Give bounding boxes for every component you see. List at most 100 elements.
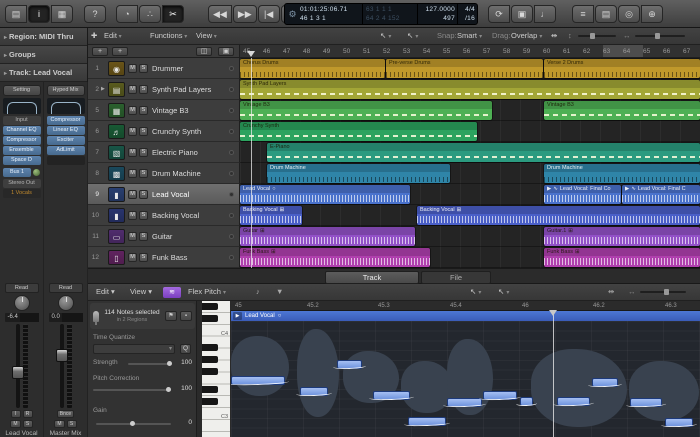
region-backing-vocal[interactable]: Backing Vocal⊞ — [417, 206, 700, 225]
track-solo-button[interactable]: S — [139, 169, 148, 178]
settings-button[interactable]: ⊕ — [641, 5, 663, 23]
track-mute-button[interactable]: M — [128, 106, 137, 115]
vertical-zoom-slider[interactable] — [578, 35, 616, 37]
black-key-1[interactable] — [202, 315, 218, 322]
selection-marker-button[interactable]: ▪ — [180, 311, 192, 321]
list-editors-button[interactable]: ≡ — [572, 5, 594, 23]
region-chorus-drums[interactable]: Chorus Drums — [240, 59, 385, 78]
menu-edit[interactable]: Edit ▾ — [104, 28, 122, 45]
solo-button[interactable]: S — [67, 420, 77, 428]
region-vintage-b3[interactable]: Vintage B3 — [240, 101, 492, 120]
fx-slot-0[interactable]: Channel EQ — [3, 126, 41, 135]
pitch-note-11[interactable] — [665, 418, 693, 427]
stop-button[interactable]: |◀ — [258, 5, 280, 23]
waveform-zoom-button[interactable]: ⇹ — [551, 28, 557, 44]
editor-zoom-slider[interactable] — [640, 291, 686, 293]
track-solo-button[interactable]: S — [139, 64, 148, 73]
region-lead-vocal[interactable]: Lead Vocal○ — [240, 185, 410, 204]
metronome-button[interactable]: ♩ — [534, 5, 556, 23]
track-solo-button[interactable]: S — [139, 253, 148, 262]
inspector-panel-header-1[interactable]: ▸Groups — [0, 46, 87, 64]
track-mute-button[interactable]: M — [128, 148, 137, 157]
record-enable-dot[interactable] — [229, 87, 234, 92]
take-comp-icon[interactable]: ∿ — [553, 185, 558, 193]
quick-help-button[interactable]: ? — [84, 5, 106, 23]
region-e-piano[interactable]: E-Piano — [267, 143, 700, 162]
pitch-note-0[interactable] — [231, 376, 285, 385]
track-header-drummer[interactable]: 1◉MSDrummer — [88, 58, 240, 79]
editor-menu-edit[interactable]: Edit ▾ — [96, 284, 115, 300]
track-solo-button[interactable]: S — [139, 211, 148, 220]
region-lead-vocal-final-c[interactable]: ▶∿Lead Vocal: Final C — [622, 185, 700, 204]
record-enable-dot[interactable] — [229, 255, 234, 260]
region-backing-vocal[interactable]: Backing Vocal⊞ — [240, 206, 302, 225]
region-pre-verse-drums[interactable]: Pre-verse Drums — [386, 59, 543, 78]
editor-ruler[interactable]: 4545.245.345.44646.246.3 — [231, 301, 700, 311]
track-mute-button[interactable]: M — [128, 253, 137, 262]
track-mute-button[interactable]: M — [128, 64, 137, 73]
smart-controls-button[interactable]: ∴ — [139, 5, 161, 23]
playhead-marker[interactable] — [247, 51, 255, 57]
arrange-area[interactable]: Chorus DrumsPre-verse DrumsVerse 2 Drums… — [240, 58, 700, 268]
quantize-apply-button[interactable]: Q — [180, 344, 191, 354]
track-solo-button[interactable]: S — [139, 85, 148, 94]
region-guitar[interactable]: Guitar⊞ — [240, 227, 415, 246]
track-header-synth-pad-layers[interactable]: 2▶▤MSSynth Pad Layers — [88, 79, 240, 100]
left-click-tool-menu[interactable]: ↖ ▾ — [380, 28, 391, 45]
track-header-backing-vocal[interactable]: 10▮MSBacking Vocal — [88, 205, 240, 226]
automation-mode-button[interactable]: Read — [49, 283, 83, 293]
pitch-note-6[interactable] — [483, 391, 517, 400]
track-header-option-1[interactable]: ◫ — [196, 47, 212, 56]
record-enable-dot[interactable] — [229, 150, 234, 155]
track-header-funk-bass[interactable]: 12▯MSFunk Bass — [88, 247, 240, 268]
track-header-drum-machine[interactable]: 8▩MSDrum Machine — [88, 163, 240, 184]
region-funk-bass[interactable]: Funk Bass⊞ — [544, 248, 700, 267]
region-play-icon[interactable]: ▶ — [233, 312, 242, 320]
record-enable-dot[interactable] — [229, 234, 234, 239]
inspector-button[interactable]: i — [28, 5, 50, 23]
inspector-panel-header-2[interactable]: ▸Track: Lead Vocal — [0, 64, 87, 82]
track-mute-button[interactable]: M — [128, 169, 137, 178]
input-slot[interactable]: Input — [3, 116, 41, 125]
region-funk-bass[interactable]: Funk Bass⊞ — [240, 248, 430, 267]
menu-view[interactable]: View ▾ — [196, 28, 217, 45]
send-knob[interactable] — [33, 169, 40, 176]
record-enable-dot[interactable] — [229, 66, 234, 71]
gain-slider[interactable] — [96, 423, 171, 425]
pitch-note-5[interactable] — [447, 398, 482, 407]
pan-knob[interactable] — [14, 295, 30, 311]
fader-cap[interactable] — [12, 366, 24, 379]
media-browser-button[interactable]: ▦ — [51, 5, 73, 23]
region-lead-vocal-final-co[interactable]: ▶∿Lead Vocal: Final Co — [544, 185, 621, 204]
editors-button[interactable]: ✂ — [162, 5, 184, 23]
track-tool-icon[interactable]: ✚ — [91, 28, 97, 44]
track-solo-button[interactable]: S — [139, 148, 148, 157]
strip-button-r[interactable]: R — [23, 410, 33, 418]
library-button[interactable]: ▤ — [5, 5, 27, 23]
region-drum-machine[interactable]: Drum Machine — [267, 164, 450, 183]
editor-tab-file[interactable]: File — [421, 271, 491, 284]
arrange-playhead[interactable] — [251, 58, 252, 268]
pitch-correction-slider[interactable] — [93, 389, 171, 391]
record-enable-dot[interactable] — [229, 171, 234, 176]
track-mute-button[interactable]: M — [128, 232, 137, 241]
note-filter-icon[interactable]: ▼ — [276, 284, 283, 300]
midi-monitor-icon[interactable]: ♪ — [256, 284, 260, 300]
strip-button-bnce[interactable]: Bnce — [57, 410, 74, 418]
strip-button-i[interactable]: I — [11, 410, 21, 418]
editor-region-header[interactable]: ▶ Lead Vocal ○ — [231, 311, 700, 321]
record-enable-dot[interactable] — [229, 192, 234, 197]
record-enable-dot[interactable] — [229, 129, 234, 134]
send-slot[interactable]: Bus 1 — [3, 168, 31, 177]
black-key-3[interactable] — [202, 356, 218, 363]
eq-thumbnail[interactable] — [3, 98, 41, 114]
piano-keys[interactable]: C4C3 — [202, 301, 230, 437]
record-enable-dot[interactable] — [229, 108, 234, 113]
fx-slot-1[interactable]: Compressor — [3, 136, 41, 145]
add-track-button[interactable]: + — [92, 47, 108, 56]
solo-button[interactable]: S — [23, 420, 33, 428]
black-key-5[interactable] — [202, 386, 218, 393]
fx-slot-2[interactable]: Exciter — [47, 136, 85, 145]
cycle-button[interactable]: ⟳ — [488, 5, 510, 23]
track-solo-button[interactable]: S — [139, 127, 148, 136]
